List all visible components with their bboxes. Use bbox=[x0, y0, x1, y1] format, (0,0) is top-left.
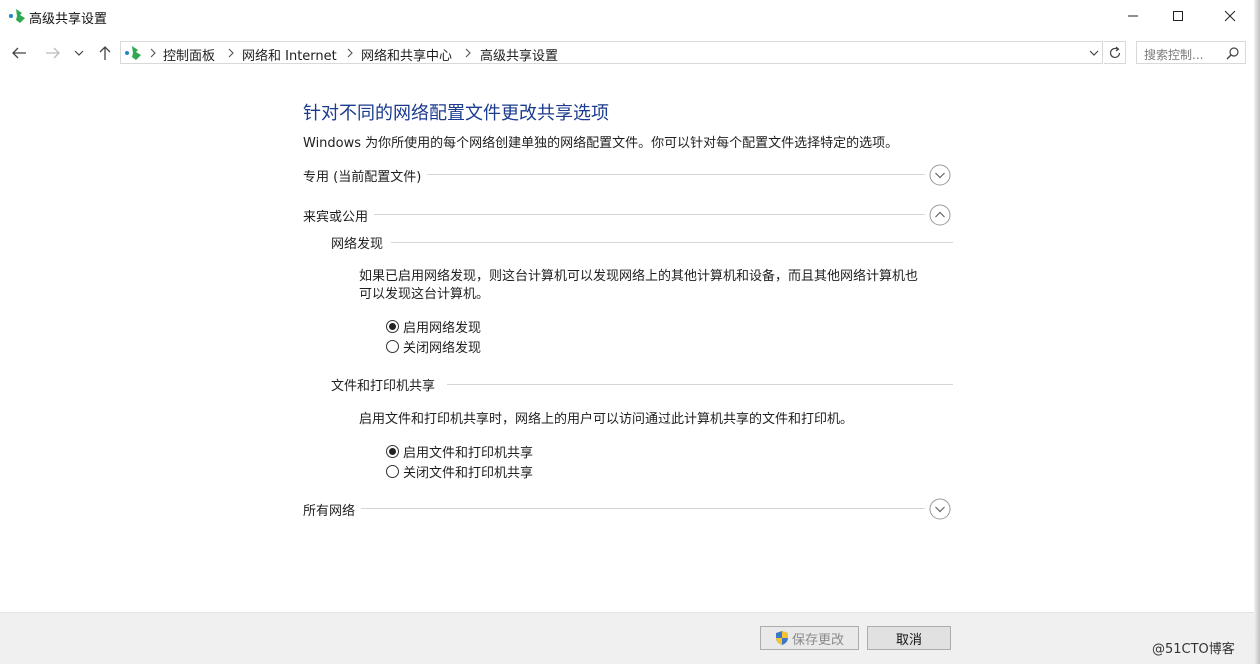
page-description: Windows 为你所使用的每个网络创建单独的网络配置文件。你可以针对每个配置文… bbox=[303, 136, 899, 151]
section-all-networks[interactable]: 所有网络 bbox=[303, 498, 953, 520]
radio-disable-file-printer-sharing[interactable]: 关闭文件和打印机共享 bbox=[386, 462, 534, 481]
network-discovery-desc-line1: 如果已启用网络发现，则这台计算机可以发现网络上的其他计算机和设备，而且其他网络计… bbox=[359, 269, 919, 284]
uac-shield-icon bbox=[775, 631, 788, 645]
address-bar[interactable]: 控制面板 网络和 Internet 网络和共享中心 高级共享设置 bbox=[120, 41, 1103, 64]
radio-button[interactable] bbox=[386, 339, 399, 353]
network-discovery-header: 网络发现 bbox=[331, 233, 953, 253]
file-printer-sharing-description: 启用文件和打印机共享时，网络上的用户可以访问通过此计算机共享的文件和打印机。 bbox=[359, 412, 854, 427]
maximize-icon bbox=[1173, 11, 1183, 21]
radio-button[interactable] bbox=[386, 319, 399, 333]
divider bbox=[373, 214, 925, 215]
chevron-down-icon[interactable] bbox=[1088, 47, 1100, 59]
search-input[interactable]: 搜索控制... bbox=[1136, 41, 1246, 64]
close-icon bbox=[1224, 10, 1236, 22]
close-button[interactable] bbox=[1207, 0, 1253, 32]
arrow-left-icon bbox=[12, 47, 26, 59]
network-discovery-description: 如果已启用网络发现，则这台计算机可以发现网络上的其他计算机和设备，而且其他网络计… bbox=[359, 268, 918, 304]
window-edge bbox=[1254, 0, 1260, 664]
chevron-right-icon bbox=[347, 48, 353, 58]
breadcrumb-network-sharing-center[interactable]: 网络和共享中心 bbox=[361, 45, 452, 64]
radio-label: 关闭网络发现 bbox=[403, 340, 482, 356]
radio-label: 关闭文件和打印机共享 bbox=[403, 465, 534, 481]
refresh-button[interactable] bbox=[1104, 41, 1126, 64]
radio-enable-network-discovery[interactable]: 启用网络发现 bbox=[386, 317, 482, 336]
network-sharing-icon bbox=[9, 9, 25, 23]
divider bbox=[361, 508, 925, 509]
divider bbox=[447, 384, 953, 385]
file-printer-sharing-header: 文件和打印机共享 bbox=[331, 375, 953, 395]
forward-button[interactable] bbox=[42, 42, 64, 64]
radio-enable-file-printer-sharing[interactable]: 启用文件和打印机共享 bbox=[386, 442, 534, 461]
breadcrumb-control-panel[interactable]: 控制面板 bbox=[163, 45, 215, 64]
cancel-label: 取消 bbox=[895, 632, 922, 648]
page-title: 针对不同的网络配置文件更改共享选项 bbox=[303, 103, 609, 124]
chevron-right-icon bbox=[150, 48, 156, 58]
watermark: @51CTO博客 bbox=[1152, 642, 1235, 657]
section-private[interactable]: 专用 (当前配置文件) bbox=[303, 164, 953, 186]
chevron-down-circle-icon[interactable] bbox=[929, 498, 951, 520]
arrow-up-icon bbox=[99, 46, 111, 60]
file-printer-sharing-heading: 文件和打印机共享 bbox=[331, 375, 442, 394]
radio-label: 启用网络发现 bbox=[403, 320, 482, 336]
chevron-up-circle-icon[interactable] bbox=[929, 204, 951, 226]
window-title: 高级共享设置 bbox=[29, 12, 108, 27]
section-guest-public[interactable]: 来宾或公用 bbox=[303, 204, 953, 226]
radio-button[interactable] bbox=[386, 464, 399, 478]
section-label-guest-public: 来宾或公用 bbox=[303, 206, 375, 225]
search-placeholder: 搜索控制... bbox=[1144, 48, 1204, 62]
chevron-down-icon bbox=[74, 50, 84, 56]
section-label-all-networks: 所有网络 bbox=[303, 500, 362, 519]
network-discovery-desc-line2: 可以发现这台计算机。 bbox=[359, 287, 490, 302]
divider bbox=[421, 174, 925, 175]
save-changes-button[interactable]: 保存更改 bbox=[760, 626, 859, 650]
minimize-icon bbox=[1128, 15, 1138, 17]
breadcrumb-network-internet[interactable]: 网络和 Internet bbox=[242, 45, 337, 64]
chevron-right-icon bbox=[228, 48, 234, 58]
up-button[interactable] bbox=[94, 42, 116, 64]
chevron-down-circle-icon[interactable] bbox=[929, 164, 951, 186]
refresh-icon bbox=[1109, 46, 1120, 58]
footer-bar: 保存更改 取消 bbox=[0, 612, 1260, 664]
save-changes-label: 保存更改 bbox=[791, 632, 844, 648]
title-bar: 高级共享设置 bbox=[0, 0, 1260, 32]
radio-label: 启用文件和打印机共享 bbox=[403, 445, 534, 461]
maximize-button[interactable] bbox=[1155, 0, 1201, 32]
section-label-private: 专用 (当前配置文件) bbox=[303, 166, 428, 185]
breadcrumb-advanced-sharing[interactable]: 高级共享设置 bbox=[480, 45, 558, 64]
divider bbox=[391, 242, 953, 243]
radio-disable-network-discovery[interactable]: 关闭网络发现 bbox=[386, 337, 482, 356]
recent-locations-button[interactable] bbox=[70, 42, 88, 64]
chevron-right-icon bbox=[465, 48, 471, 58]
minimize-button[interactable] bbox=[1110, 0, 1156, 32]
radio-button[interactable] bbox=[386, 444, 399, 458]
cancel-button[interactable]: 取消 bbox=[867, 626, 951, 650]
back-button[interactable] bbox=[8, 42, 30, 64]
arrow-right-icon bbox=[46, 47, 60, 59]
search-icon bbox=[1226, 47, 1239, 60]
network-discovery-heading: 网络发现 bbox=[331, 233, 390, 252]
network-sharing-icon bbox=[125, 46, 141, 60]
